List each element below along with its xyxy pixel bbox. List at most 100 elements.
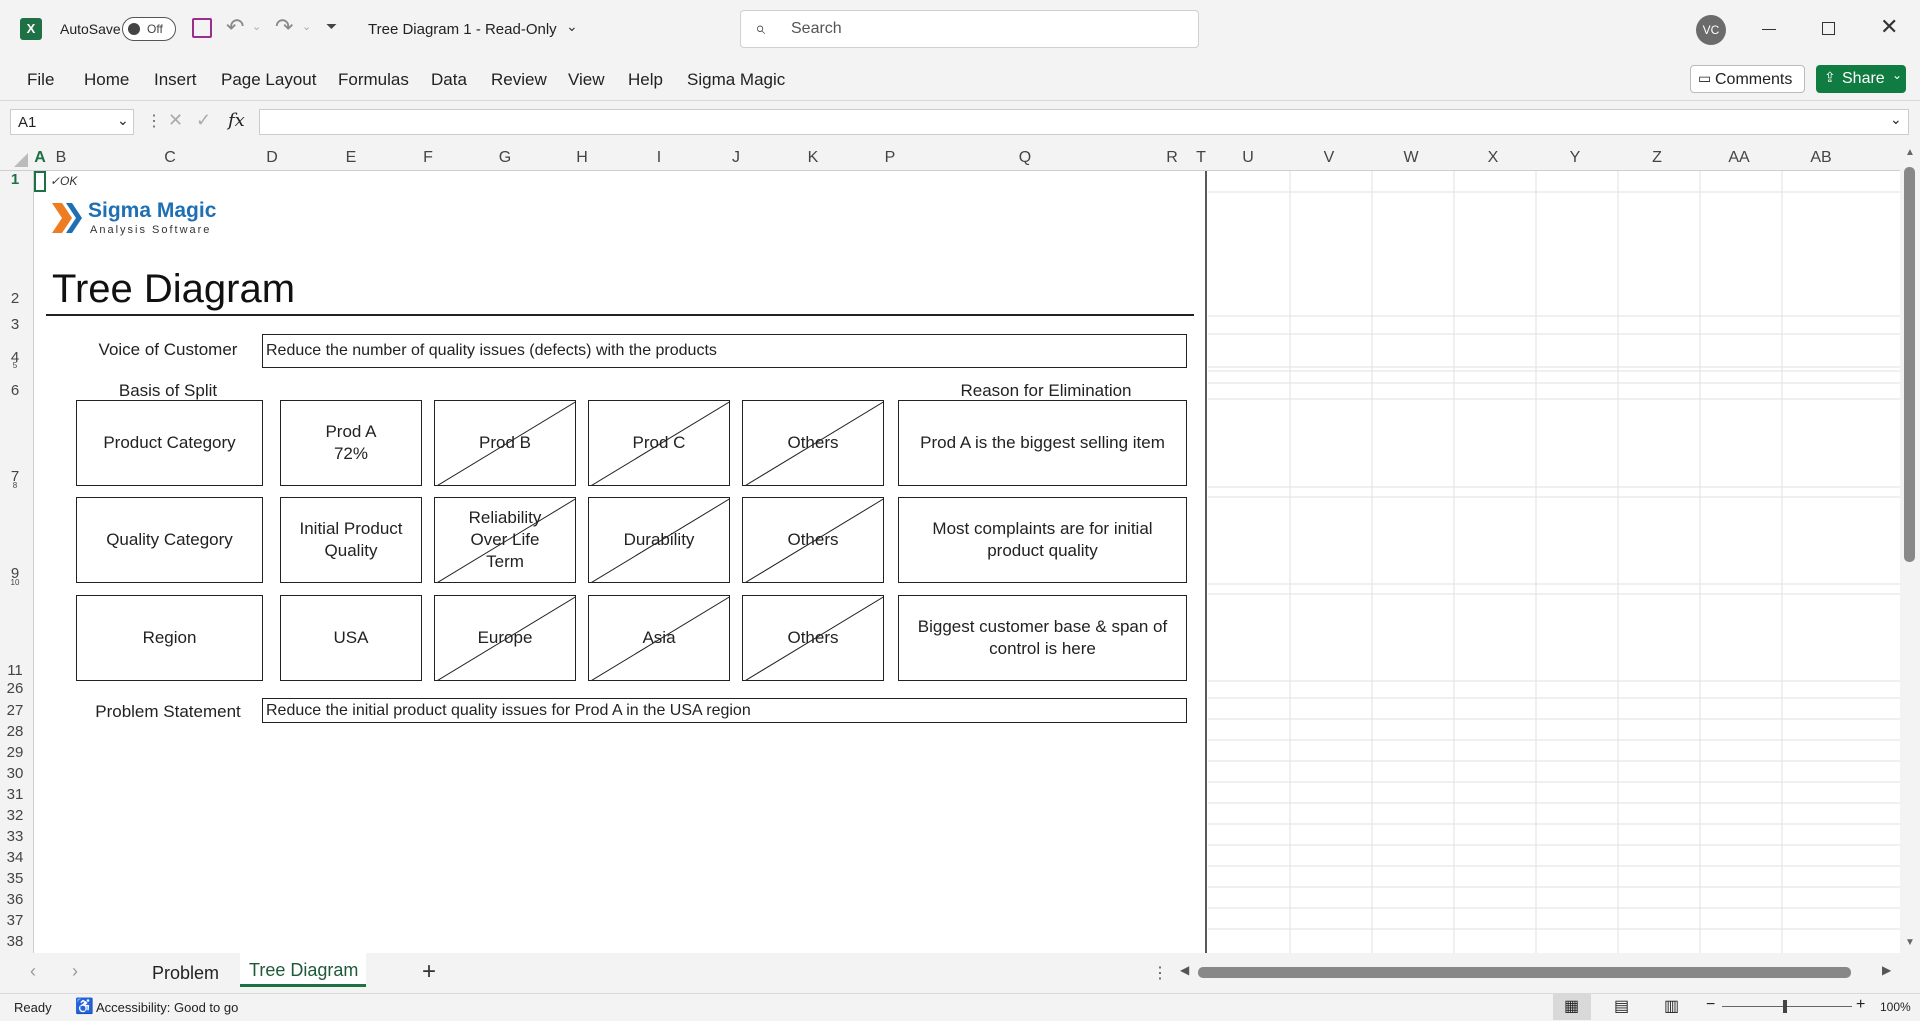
tab-review[interactable]: Review <box>491 70 547 90</box>
row-header[interactable]: 38 <box>0 933 30 950</box>
minimize-icon[interactable] <box>1762 29 1776 30</box>
row-header[interactable]: 8 <box>0 481 30 490</box>
row-header[interactable]: 30 <box>0 765 30 782</box>
row-header[interactable]: 28 <box>0 723 30 740</box>
save-icon[interactable] <box>192 18 212 38</box>
row-header[interactable]: 37 <box>0 912 30 929</box>
tab-help[interactable]: Help <box>628 70 663 90</box>
option-box-selected[interactable]: USA <box>280 595 422 681</box>
share-button[interactable]: ⇪ Share ⌄ <box>1816 65 1906 93</box>
col-header[interactable]: U <box>1208 149 1288 167</box>
avatar[interactable]: VC <box>1696 15 1726 45</box>
scroll-up-icon[interactable]: ▲ <box>1905 147 1915 158</box>
name-box[interactable]: A1 ⌄ <box>10 109 134 135</box>
horizontal-scroll-thumb[interactable] <box>1198 967 1851 978</box>
option-box-eliminated[interactable]: Others <box>742 497 884 583</box>
basis-box[interactable]: Product Category <box>76 400 263 486</box>
cancel-icon[interactable]: ✕ <box>168 110 183 131</box>
row-header[interactable]: 36 <box>0 891 30 908</box>
basis-box[interactable]: Quality Category <box>76 497 263 583</box>
undo-dropdown-icon[interactable]: ⌄ <box>252 20 261 33</box>
zoom-out-icon[interactable]: − <box>1706 996 1715 1014</box>
row-header[interactable]: 33 <box>0 828 30 845</box>
search-box[interactable]: ⌕ Search <box>740 10 1199 48</box>
reason-box[interactable]: Most complaints are for initial product … <box>898 497 1187 583</box>
voc-field[interactable]: Reduce the number of quality issues (def… <box>262 334 1187 368</box>
col-header[interactable]: AA <box>1699 149 1779 167</box>
title-chevron-icon[interactable]: ⌄ <box>566 18 578 35</box>
page-layout-view-icon[interactable]: ▤ <box>1614 996 1629 1016</box>
tab-formulas[interactable]: Formulas <box>338 70 409 90</box>
zoom-slider-thumb[interactable] <box>1783 1000 1787 1013</box>
col-header[interactable]: X <box>1453 149 1533 167</box>
redo-dropdown-icon[interactable]: ⌄ <box>302 20 311 33</box>
row-header[interactable]: 29 <box>0 744 30 761</box>
row-header[interactable]: 32 <box>0 807 30 824</box>
scroll-left-icon[interactable]: ◀ <box>1180 963 1189 977</box>
col-header[interactable]: Q <box>895 149 1155 167</box>
tab-page-layout[interactable]: Page Layout <box>221 70 316 90</box>
tab-data[interactable]: Data <box>431 70 467 90</box>
redo-icon[interactable]: ↷ <box>275 14 293 40</box>
selected-cell-a1[interactable] <box>34 171 46 192</box>
row-header[interactable]: 6 <box>0 382 30 399</box>
row-header[interactable]: 5 <box>0 361 30 370</box>
zoom-in-icon[interactable]: + <box>1856 996 1865 1014</box>
row-header[interactable]: 34 <box>0 849 30 866</box>
document-title[interactable]: Tree Diagram 1 - Read-Only <box>368 21 557 38</box>
option-box-eliminated[interactable]: Reliability Over Life Term <box>434 497 576 583</box>
option-box-eliminated[interactable]: Europe <box>434 595 576 681</box>
zoom-slider[interactable] <box>1722 1000 1852 1013</box>
option-box-eliminated[interactable]: Durability <box>588 497 730 583</box>
option-box-eliminated[interactable]: Asia <box>588 595 730 681</box>
tab-view[interactable]: View <box>568 70 605 90</box>
sheet-tab-tree-diagram[interactable]: Tree Diagram <box>240 953 366 987</box>
option-box-selected[interactable]: Initial Product Quality <box>280 497 422 583</box>
col-header[interactable]: Z <box>1617 149 1697 167</box>
restore-icon[interactable] <box>1822 22 1835 35</box>
col-header[interactable]: G <box>430 149 580 167</box>
enter-icon[interactable]: ✓ <box>196 110 211 131</box>
expand-formula-icon[interactable]: ⌄ <box>1890 111 1902 128</box>
col-header[interactable]: Y <box>1535 149 1615 167</box>
basis-box[interactable]: Region <box>76 595 263 681</box>
vertical-scrollbar-track[interactable]: ▲ ▼ <box>1900 141 1920 953</box>
tab-file[interactable]: File <box>27 70 54 90</box>
col-header[interactable]: A <box>34 149 46 167</box>
normal-view-button[interactable]: ▦ <box>1553 994 1591 1020</box>
tab-sigma-magic[interactable]: Sigma Magic <box>687 70 785 90</box>
col-header[interactable]: AB <box>1781 149 1861 167</box>
reason-box[interactable]: Biggest customer base & span of control … <box>898 595 1187 681</box>
insert-function-icon[interactable]: fx <box>228 110 245 131</box>
option-box-eliminated[interactable]: Prod B <box>434 400 576 486</box>
row-header[interactable]: 27 <box>0 702 30 719</box>
row-header[interactable]: 26 <box>0 680 30 697</box>
row-header[interactable]: 11 <box>0 662 30 679</box>
accessibility-status[interactable]: Accessibility: Good to go <box>96 1000 238 1015</box>
undo-icon[interactable]: ↶ <box>226 14 244 40</box>
autosave-toggle[interactable]: Off <box>122 17 176 41</box>
option-box-eliminated[interactable]: Others <box>742 400 884 486</box>
comments-button[interactable]: ▭ Comments <box>1690 65 1805 93</box>
col-header[interactable]: K <box>738 149 888 167</box>
tab-insert[interactable]: Insert <box>154 70 197 90</box>
sheet-tab-problem[interactable]: Problem <box>152 963 219 984</box>
formula-input[interactable] <box>259 109 1909 135</box>
scroll-down-icon[interactable]: ▼ <box>1905 937 1915 948</box>
col-header[interactable]: B <box>54 149 68 167</box>
sheet-options-icon[interactable]: ⋮ <box>1152 963 1168 983</box>
vertical-scroll-thumb[interactable] <box>1904 167 1915 562</box>
col-header[interactable]: R <box>1162 149 1182 167</box>
col-header[interactable]: C <box>70 149 270 167</box>
add-sheet-button[interactable]: + <box>422 958 436 986</box>
zoom-level[interactable]: 100% <box>1880 1000 1911 1014</box>
option-box-eliminated[interactable]: Others <box>742 595 884 681</box>
col-header[interactable]: E <box>276 149 426 167</box>
problem-field[interactable]: Reduce the initial product quality issue… <box>262 698 1187 723</box>
scroll-right-icon[interactable]: ▶ <box>1882 963 1891 977</box>
option-box-eliminated[interactable]: Prod C <box>588 400 730 486</box>
next-sheet-icon[interactable]: › <box>72 961 78 982</box>
formula-options-icon[interactable]: ⋮ <box>146 111 162 131</box>
prev-sheet-icon[interactable]: ‹ <box>30 961 36 982</box>
col-header[interactable]: W <box>1371 149 1451 167</box>
